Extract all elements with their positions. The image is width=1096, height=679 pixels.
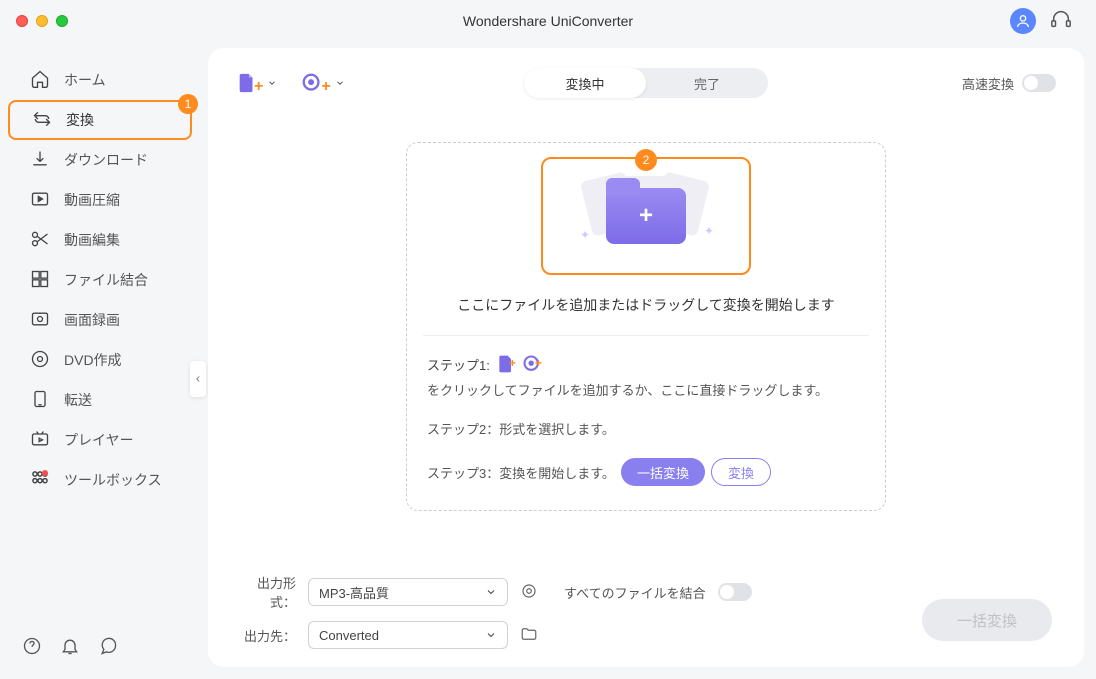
sidebar: ホーム 変換1 ダウンロード 動画圧縮 動画編集 ファイル結合 画面録画 DVD… <box>0 42 200 679</box>
output-format-label: 出力形式： <box>236 573 296 611</box>
home-icon <box>30 69 50 92</box>
nav-merge[interactable]: ファイル結合 <box>8 260 192 300</box>
tab-converting[interactable]: 変換中 <box>524 68 646 98</box>
convert-button[interactable]: 変換 <box>711 458 771 486</box>
nav-label: 画面録画 <box>64 310 120 330</box>
drop-instructions: ここにファイルを追加またはドラッグして変換を開始します <box>427 295 865 315</box>
record-icon <box>30 309 50 332</box>
nav-label: プレイヤー <box>64 430 134 450</box>
close-icon[interactable] <box>16 15 28 27</box>
minimize-icon[interactable] <box>36 15 48 27</box>
settings-icon[interactable] <box>520 582 538 603</box>
tab-done[interactable]: 完了 <box>646 68 768 98</box>
nav-player[interactable]: プレイヤー <box>8 420 192 460</box>
disc-icon <box>30 349 50 372</box>
step-3: ステップ3：変換を開始します。 一括変換 変換 <box>427 458 865 486</box>
nav-label: 動画圧縮 <box>64 190 120 210</box>
nav-label: ツールボックス <box>64 470 162 490</box>
nav-download[interactable]: ダウンロード <box>8 140 192 180</box>
batch-convert-main-button[interactable]: 一括変換 <box>922 599 1052 641</box>
nav-label: ホーム <box>64 70 106 90</box>
avatar[interactable] <box>1010 8 1036 34</box>
batch-convert-button[interactable]: 一括変換 <box>621 458 705 486</box>
merge-all-toggle[interactable] <box>718 583 752 601</box>
nav-record[interactable]: 画面録画 <box>8 300 192 340</box>
drop-panel: 2 ✦ ✦ + ここにファイルを追加またはドラッグして変換を開始します ステップ… <box>406 142 886 511</box>
nav-dvd[interactable]: DVD作成 <box>8 340 192 380</box>
nav-label: ダウンロード <box>64 150 148 170</box>
nav-home[interactable]: ホーム <box>8 60 192 100</box>
hispeed-toggle[interactable] <box>1022 74 1056 92</box>
scissors-icon <box>30 229 50 252</box>
nav-compress[interactable]: 動画圧縮 <box>8 180 192 220</box>
merge-icon <box>30 269 50 292</box>
output-format-select[interactable]: MP3-高品質 <box>308 578 508 606</box>
output-dest-select[interactable]: Converted <box>308 621 508 649</box>
folder-open-icon[interactable] <box>520 625 538 646</box>
download-icon <box>30 149 50 172</box>
nav-label: 転送 <box>64 390 92 410</box>
output-dest-label: 出力先： <box>236 626 296 645</box>
titlebar: Wondershare UniConverter <box>0 0 1096 42</box>
nav-edit[interactable]: 動画編集 <box>8 220 192 260</box>
badge-1: 1 <box>178 94 198 114</box>
support-icon[interactable] <box>1050 8 1072 35</box>
bell-icon[interactable] <box>60 636 80 661</box>
step-2: ステップ2：形式を選択します。 <box>427 419 865 438</box>
drop-zone[interactable]: 2 ✦ ✦ + <box>541 157 751 275</box>
chat-icon[interactable] <box>98 636 118 661</box>
nav-convert[interactable]: 変換1 <box>8 100 192 140</box>
step-1: ステップ1: + + をクリックしてファイルを追加するか、ここに直接ドラッグしま… <box>427 354 865 399</box>
hispeed-label: 高速変換 <box>962 74 1014 93</box>
player-icon <box>30 429 50 452</box>
add-disc-button[interactable]: + <box>301 70 344 96</box>
add-file-button[interactable]: + <box>236 70 277 96</box>
convert-icon <box>32 109 52 132</box>
badge-2: 2 <box>635 149 657 171</box>
fullscreen-icon[interactable] <box>56 15 68 27</box>
merge-all-label: すべてのファイルを結合 <box>564 583 706 602</box>
nav-label: ファイル結合 <box>64 270 148 290</box>
window-controls <box>16 15 68 27</box>
notification-dot <box>42 470 48 476</box>
folder-icon: + <box>606 188 686 244</box>
collapse-sidebar[interactable] <box>190 361 206 397</box>
nav-label: DVD作成 <box>64 350 122 370</box>
main-panel: + + 変換中 完了 高速変換 2 <box>208 48 1084 667</box>
toolbar: + + 変換中 完了 高速変換 <box>236 70 1056 96</box>
nav-label: 動画編集 <box>64 230 120 250</box>
status-tabs: 変換中 完了 <box>524 68 768 98</box>
app-title: Wondershare UniConverter <box>463 13 633 29</box>
nav-toolbox[interactable]: ツールボックス <box>8 460 192 500</box>
disc-plus-icon: + <box>522 354 542 374</box>
compress-icon <box>30 189 50 212</box>
nav-transfer[interactable]: 転送 <box>8 380 192 420</box>
transfer-icon <box>30 389 50 412</box>
nav-label: 変換 <box>66 110 94 130</box>
file-plus-icon: + <box>496 354 516 374</box>
help-icon[interactable] <box>22 636 42 661</box>
